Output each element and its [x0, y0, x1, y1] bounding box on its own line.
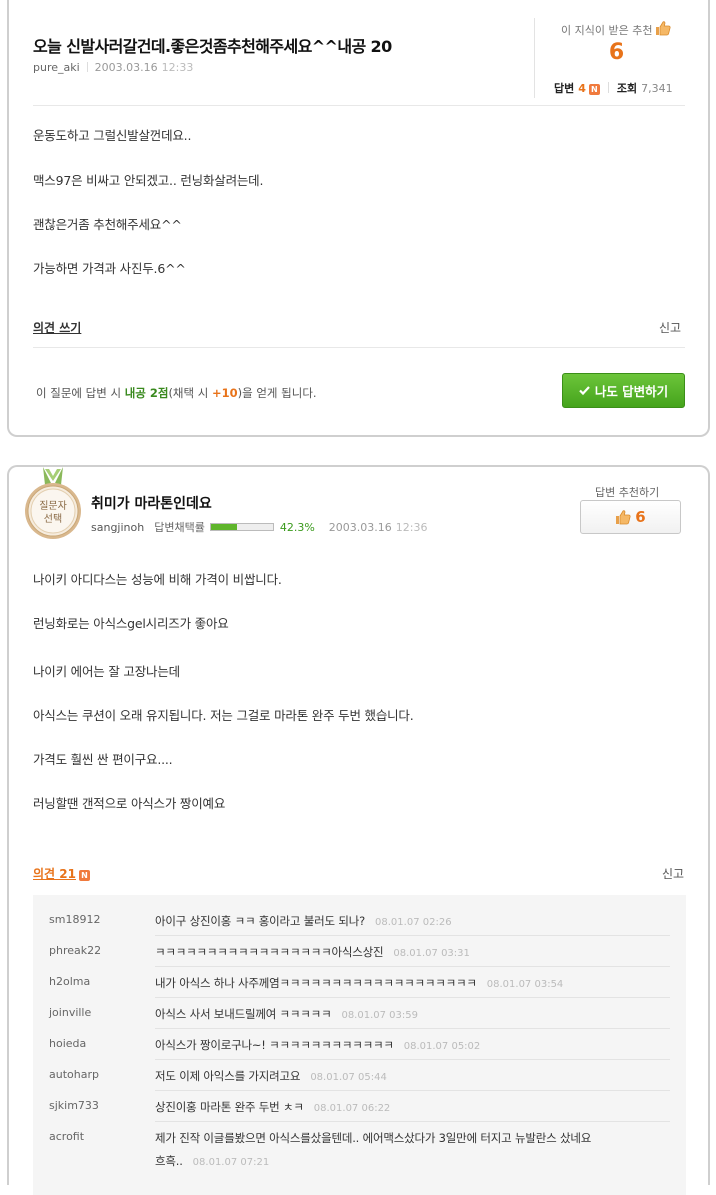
recommend-count: 6 — [608, 40, 625, 65]
report-link[interactable]: 신고 — [659, 319, 681, 336]
answer-rate-percent: 42.3% — [279, 520, 315, 534]
selected-answer-medal: 질문자 선택 — [23, 467, 83, 546]
divider — [155, 1059, 670, 1060]
badge-line-2: 선택 — [44, 513, 62, 525]
question-date: 2003.03.16 — [94, 61, 158, 74]
divider — [155, 1028, 670, 1029]
write-opinion-link[interactable]: 의견 쓰기 — [33, 319, 81, 336]
comment-user[interactable]: autoharp — [49, 1068, 99, 1081]
comment-time: 08.01.07 05:44 — [310, 1072, 387, 1083]
comment-user[interactable]: phreak22 — [49, 944, 101, 957]
comment-list: sm18912 아이구 상진이홍 ㅋㅋ 홍이라고 불러도 되나? 08.01.07… — [33, 895, 686, 1195]
views-count: 7,341 — [641, 82, 673, 95]
divider — [155, 1121, 670, 1122]
comment-time: 08.01.07 07:21 — [192, 1157, 270, 1168]
question-title: 오늘 신발사러갈건데.좋은것좀추천해주세요^^내공 20 — [33, 37, 392, 56]
comment-text: 아이구 상진이홍 ㅋㅋ 홍이라고 불러도 되나? 08.01.07 02:26 — [155, 914, 452, 928]
question-author[interactable]: pure_aki — [33, 61, 80, 74]
answer-panel: 질문자 선택 취미가 마라톤인데요 sangjinoh 답변채택률 42.3% … — [7, 465, 710, 1195]
question-stats: 답변 4 N 조회 7,341 — [554, 80, 673, 96]
divider — [86, 62, 88, 72]
recommend-answer-button[interactable]: 6 — [580, 500, 681, 534]
divider — [155, 997, 670, 998]
answer-body-line: 나이키 아디다스는 성능에 비해 가격이 비쌉니다. — [33, 572, 282, 587]
answer-meta: sangjinoh 답변채택률 42.3% 2003.03.16 12:36 — [91, 519, 427, 535]
comment-text: 내가 아식스 하나 사주께염ㅋㅋㅋㅋㅋㅋㅋㅋㅋㅋㅋㅋㅋㅋㅋㅋㅋㅋㅋ 08.01.0… — [155, 976, 564, 990]
answer-reward-notice: 이 질문에 답변 시 내공 2점(채택 시 +10)을 얻게 됩니다. — [36, 386, 317, 400]
comment-time: 08.01.07 03:59 — [341, 1010, 418, 1021]
answer-body-line: 런닝화로는 아식스gel시리즈가 좋아요 — [33, 616, 229, 631]
question-time: 12:33 — [161, 61, 194, 74]
divider — [607, 82, 609, 93]
reward-bonus: +10 — [211, 386, 238, 400]
question-body-line: 운동도하고 그럴신발살껀데요.. — [33, 128, 192, 143]
comment-text: 상진이홍 마라톤 완주 두번 ㅊㅋ 08.01.07 06:22 — [155, 1100, 391, 1114]
answer-body-line: 나이키 에어는 잘 고장나는데 — [33, 664, 180, 679]
write-answer-label: 나도 답변하기 — [594, 384, 669, 399]
comment-time: 08.01.07 02:26 — [375, 917, 452, 928]
comment-text-continued: 흐흑.. 08.01.07 07:21 — [155, 1154, 270, 1168]
comment-user[interactable]: sm18912 — [49, 913, 100, 926]
comment-time: 08.01.07 03:54 — [486, 979, 564, 990]
answers-label[interactable]: 답변 — [554, 82, 574, 95]
question-meta: pure_aki 2003.03.16 12:33 — [33, 61, 193, 74]
write-answer-button[interactable]: 나도 답변하기 — [562, 373, 685, 408]
divider — [155, 966, 670, 967]
comment-time: 08.01.07 03:31 — [393, 948, 470, 959]
comment-text: 제가 진작 이글를봤으면 아식스를샀을텐데.. 에어맥스샀다가 3일만에 터지고… — [155, 1131, 592, 1145]
answer-recommend-count: 6 — [635, 508, 646, 526]
comment-user[interactable]: sjkim733 — [49, 1099, 99, 1112]
new-badge: N — [78, 870, 90, 881]
views-label: 조회 — [616, 82, 638, 95]
report-link[interactable]: 신고 — [662, 865, 684, 882]
recommend-label: 이 지식이 받은 추천 — [561, 24, 653, 37]
new-badge: N — [588, 84, 600, 95]
answer-body-line: 아식스는 쿠션이 오래 유지됩니다. 저는 그걸로 마라톤 완주 두번 했습니다… — [33, 708, 414, 723]
question-body-line: 괜찮은거좀 추천해주세요^^ — [33, 217, 182, 232]
comment-user[interactable]: joinville — [49, 1006, 91, 1019]
comment-time: 08.01.07 05:02 — [403, 1041, 481, 1052]
answer-rate-label: 답변채택률 — [154, 521, 205, 534]
thumbs-up-icon — [616, 510, 631, 525]
answer-author[interactable]: sangjinoh — [91, 521, 144, 534]
divider — [155, 935, 670, 936]
question-body-line: 맥스97은 비싸고 안되겠고.. 런닝화살려는데. — [33, 173, 264, 188]
divider — [534, 18, 535, 98]
comment-user[interactable]: h2olma — [49, 975, 90, 988]
answer-body-line: 가격도 훨씬 싼 편이구요.... — [33, 752, 173, 767]
thumbs-up-icon — [655, 20, 671, 39]
divider — [155, 1090, 670, 1091]
reward-points: 내공 2점 — [124, 386, 169, 400]
comment-text: 아식스가 짱이로구나~! ㅋㅋㅋㅋㅋㅋㅋㅋㅋㅋㅋㅋ 08.01.07 05:02 — [155, 1038, 481, 1052]
answer-rate-fill — [210, 524, 238, 530]
answer-time: 12:36 — [395, 520, 428, 534]
answer-recommend-label: 답변 추천하기 — [595, 486, 660, 499]
comment-text: 저도 이제 아익스를 가지려고요 08.01.07 05:44 — [155, 1069, 387, 1083]
question-body-line: 가능하면 가격과 사진두.6^^ — [33, 261, 186, 276]
divider — [33, 105, 685, 106]
answer-rate-bar — [209, 523, 274, 531]
answer-date: 2003.03.16 — [328, 520, 392, 534]
check-icon — [579, 386, 590, 396]
comment-text: 아식스 사서 보내드릴께여 ㅋㅋㅋㅋㅋ 08.01.07 03:59 — [155, 1007, 418, 1021]
badge-line-1: 질문자 — [39, 500, 67, 512]
answer-title: 취미가 마라톤인데요 — [91, 496, 212, 512]
comment-user[interactable]: acrofit — [49, 1130, 84, 1143]
question-panel: 오늘 신발사러갈건데.좋은것좀추천해주세요^^내공 20 pure_aki 200… — [7, 0, 710, 437]
answer-body-line: 러닝할땐 갠적으로 아식스가 짱이예요 — [33, 796, 226, 811]
answers-count: 4 — [578, 82, 586, 95]
comment-user[interactable]: hoieda — [49, 1037, 86, 1050]
comment-time: 08.01.07 06:22 — [313, 1103, 391, 1114]
opinions-count-link[interactable]: 의견 21 N — [33, 865, 90, 882]
divider — [33, 347, 685, 348]
comment-text: ㅋㅋㅋㅋㅋㅋㅋㅋㅋㅋㅋㅋㅋㅋㅋㅋㅋ아식스상진 08.01.07 03:31 — [155, 945, 470, 959]
